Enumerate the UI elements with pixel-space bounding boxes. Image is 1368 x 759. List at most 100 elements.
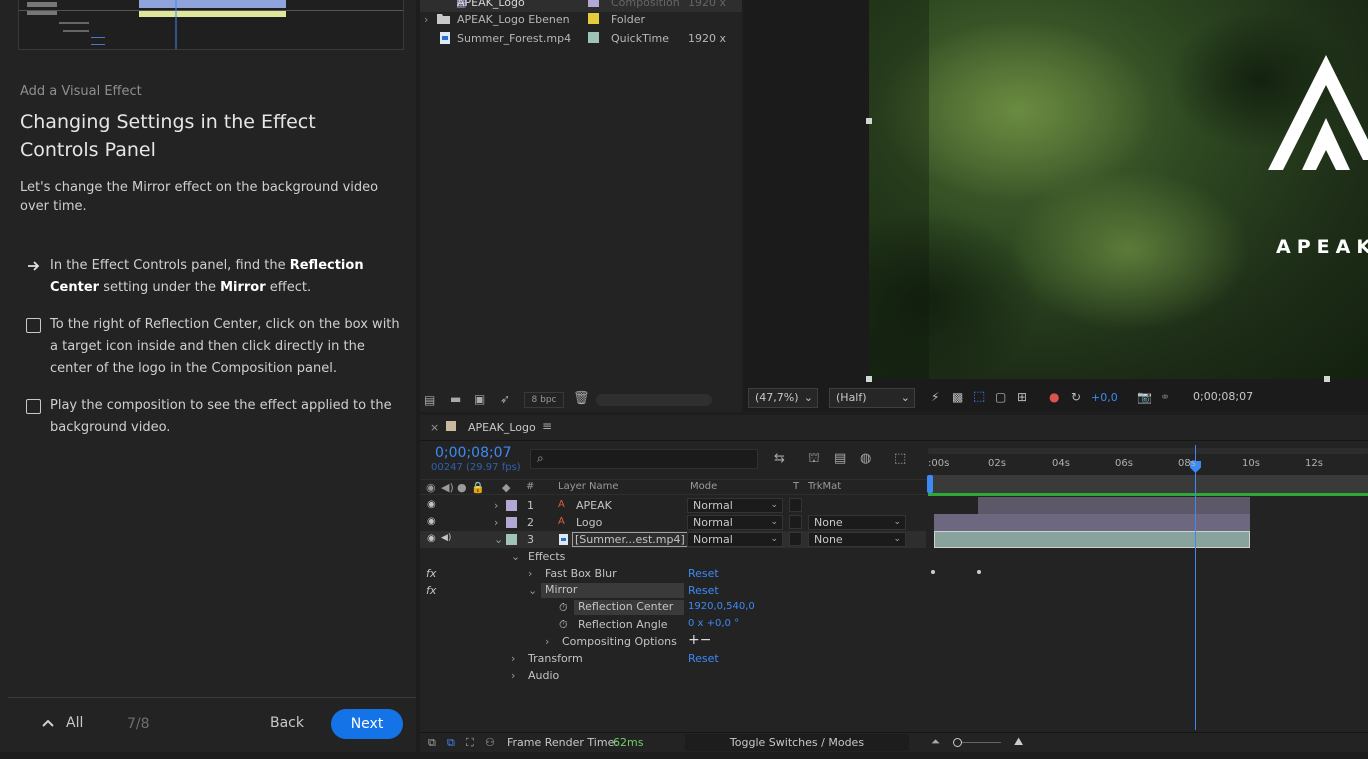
reset-link[interactable]: Reset [688,584,719,597]
timeline-graph[interactable] [928,445,1368,730]
chevron-right-icon[interactable]: › [494,499,498,512]
next-button[interactable]: Next [331,709,403,739]
chevron-right-icon[interactable]: › [545,635,549,648]
composition-mini-flowchart-icon[interactable]: ⇆ [774,451,785,466]
layer-row[interactable]: ◉ › 1 A APEAK Normal ⌄ [420,497,926,514]
layer-handle[interactable] [1324,376,1330,382]
trash-icon[interactable]: 🗑 [573,391,590,406]
effect-row[interactable]: fx › Fast Box Blur Reset [420,565,926,582]
eye-icon[interactable]: ◉ [427,499,436,510]
transfer-controls-icon[interactable]: ⧉ [447,736,455,750]
frame-blending-icon[interactable]: ▤ [834,451,846,466]
region-of-interest-icon[interactable]: ▢ [995,390,1006,404]
close-tab-icon[interactable]: × [430,421,439,434]
show-snapshot-icon[interactable]: ⚭ [1160,390,1170,404]
interpret-footage-icon[interactable]: ▤ [424,393,435,407]
magnification-dropdown[interactable]: (47,7%) ⌄ [748,388,818,408]
keyframe[interactable] [977,570,981,574]
reset-exposure-icon[interactable]: ↻ [1071,390,1081,404]
label-tag-icon[interactable]: ◆ [502,481,510,494]
eye-icon[interactable]: ◉ [426,481,436,494]
blend-mode-select[interactable]: Normal ⌄ [687,498,783,513]
new-composition-icon[interactable]: ▣ [474,392,485,406]
project-item[interactable]: › APEAK_Logo Ebenen Folder [420,10,742,29]
task-3-checkbox[interactable] [26,399,41,414]
chevron-down-icon[interactable]: ⌄ [494,533,503,546]
layer-search-input[interactable]: ⌕ [530,449,758,469]
layer-bar[interactable] [978,497,1250,514]
solo-icon[interactable]: ● [457,481,467,494]
project-scrollbar[interactable] [596,394,712,406]
property-row[interactable]: ⏱ Reflection Center 1920,0,540,0 [420,599,926,616]
track-matte-select[interactable]: None ⌄ [808,532,906,547]
property-value[interactable]: 1920,0,540,0 [688,601,755,612]
timeline-tab[interactable]: APEAK_Logo [468,421,536,434]
layer-row-selected[interactable]: ◉ ◀) ⌄ 3 [Summer...est.mp4] Normal ⌄ None… [420,531,926,548]
viewer-timecode[interactable]: 0;00;08;07 [1187,388,1267,408]
motion-blur-icon[interactable]: ◍ [860,451,871,466]
layer-name-header[interactable]: Layer Name [558,481,619,492]
eye-icon[interactable]: ◉ [427,533,436,544]
toggle-switches-modes-button[interactable]: Toggle Switches / Modes [685,734,909,751]
zoom-out-icon[interactable]: ⏶ [931,735,940,749]
fast-previews-icon[interactable]: ⚡ [931,390,939,404]
blend-mode-select[interactable]: Normal ⌄ [687,515,783,530]
bit-depth-button[interactable]: 8 bpc [524,392,564,408]
property-group-row[interactable]: › Transform Reset [420,650,926,667]
layer-handle[interactable] [866,118,872,124]
chevron-right-icon[interactable]: › [528,567,532,580]
property-group-row[interactable]: › Audio [420,667,926,684]
time-navigator[interactable] [928,448,1368,454]
graph-editor-icon[interactable]: ⬚ [894,451,906,466]
audio-icon[interactable]: ◀) [441,481,454,494]
layer-bar[interactable] [934,514,1250,531]
task-2-checkbox[interactable] [26,318,41,333]
timeline-timecode[interactable]: 0;00;08;07 [435,445,512,461]
grid-guides-icon[interactable]: ⊞ [1017,390,1027,404]
chevron-right-icon[interactable]: › [511,652,515,665]
panel-menu-icon[interactable]: ≡ [542,419,552,433]
layer-switches-icon[interactable]: ⧉ [428,736,436,750]
in-out-icon[interactable]: ⛶ [466,736,474,750]
preserve-transparency-toggle[interactable] [789,498,802,512]
work-area-bar[interactable] [928,475,1368,493]
preserve-transparency-toggle[interactable] [789,515,802,529]
zoom-in-icon[interactable]: ⛰ [1014,735,1023,749]
property-row[interactable]: ⏱ Reflection Angle 0 x +0,0 ° [420,616,926,633]
effect-row[interactable]: fx ⌄ Mirror Reset [420,582,926,599]
chevron-right-icon[interactable]: › [511,669,515,682]
new-folder-icon[interactable]: ▬ [450,392,461,406]
chevron-down-icon[interactable]: ⌄ [511,550,520,563]
lock-icon[interactable]: 🔒 [471,481,485,494]
layer-handle[interactable] [866,376,872,382]
blend-mode-select[interactable]: Normal ⌄ [687,532,783,547]
fx-icon[interactable]: fx [426,584,436,597]
eye-icon[interactable]: ◉ [427,516,436,527]
fx-icon[interactable]: fx [426,567,436,580]
preserve-transparency-toggle[interactable] [789,532,802,546]
stopwatch-icon[interactable]: ⏱ [559,618,568,632]
audio-icon[interactable]: ◀) [441,533,451,543]
layer-row[interactable]: ◉ › 2 A Logo Normal ⌄ None ⌄ [420,514,926,531]
add-remove-mask-icon[interactable]: +− [688,632,711,648]
exposure-value[interactable]: +0,0 [1091,391,1118,404]
reset-link[interactable]: Reset [688,652,719,665]
project-item[interactable]: Summer_Forest.mp4 QuickTime 1920 x [420,29,742,48]
chevron-down-icon[interactable]: ⌄ [528,584,537,597]
camera-snapshot-icon[interactable]: 📷 [1137,390,1152,404]
mask-visibility-icon[interactable]: ⬚ [973,389,985,404]
stopwatch-icon[interactable]: ⏱ [559,601,568,615]
draft-3d-icon[interactable]: ⛫ [808,451,820,468]
track-matte-select[interactable]: None ⌄ [808,515,906,530]
resolution-dropdown[interactable]: (Half) ⌄ [829,388,915,408]
layer-bar-selected[interactable] [934,531,1250,548]
composition-frame[interactable]: APEAK [869,0,1368,379]
reset-link[interactable]: Reset [688,567,719,580]
render-time-icon[interactable]: ⚇ [485,736,495,749]
transparency-grid-icon[interactable]: ▩ [952,390,963,404]
property-row[interactable]: › Compositing Options +− [420,632,926,650]
chevron-right-icon[interactable]: › [494,516,498,529]
back-button[interactable]: Back [270,715,304,731]
property-value[interactable]: 0 x +0,0 ° [688,618,739,629]
work-area-start-handle[interactable] [927,475,933,493]
